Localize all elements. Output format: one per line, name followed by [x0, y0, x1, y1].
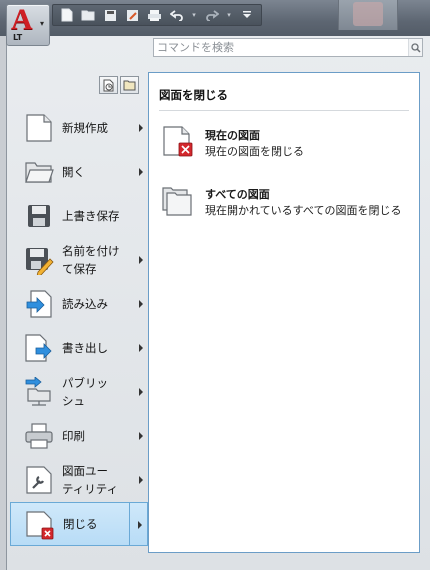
document-view-buttons: [99, 76, 139, 94]
chevron-right-icon: [139, 388, 143, 396]
panel-title: 図面を閉じる: [159, 88, 228, 102]
command-export[interactable]: 書き出し: [10, 326, 148, 370]
undo-dropdown-icon[interactable]: ▾: [189, 6, 199, 24]
drawing-tab-thumbnail[interactable]: [338, 0, 398, 30]
chevron-right-icon: [138, 521, 142, 529]
undo-icon[interactable]: [167, 6, 186, 24]
open-icon[interactable]: [79, 6, 98, 24]
import-icon: [24, 288, 54, 320]
divider: [159, 110, 409, 111]
command-label: 名前を付け て保存: [62, 244, 120, 276]
close-submenu-panel: 図面を閉じる 現在の図面 現在の図面を閉じる すべての図面 現在開かれているすべ…: [148, 72, 420, 553]
command-label: 印刷: [62, 429, 85, 443]
chevron-right-icon: [139, 476, 143, 484]
command-list: 新規作成 開く 上書き保存 名前を付け て保存 読み込み 書き出し パブリッ シ…: [10, 106, 148, 546]
save-as-icon[interactable]: [123, 6, 142, 24]
command-close[interactable]: 閉じる: [10, 502, 148, 546]
command-publish[interactable]: パブリッ シュ: [10, 370, 148, 414]
chevron-right-icon: [139, 124, 143, 132]
recent-documents-icon[interactable]: [99, 76, 118, 94]
option-title: 現在の図面: [205, 129, 260, 142]
printer-icon: [24, 420, 54, 452]
chevron-right-icon: [139, 256, 143, 264]
chevron-right-icon: [139, 300, 143, 308]
redo-icon[interactable]: [202, 6, 221, 24]
search-input[interactable]: [154, 39, 408, 56]
open-documents-icon[interactable]: [120, 76, 139, 94]
close-all-drawings-icon: [161, 184, 197, 220]
option-description: 現在の図面を閉じる: [205, 145, 304, 158]
close-all-drawings-option[interactable]: すべての図面 現在開かれているすべての図面を閉じる: [161, 184, 411, 224]
command-new[interactable]: 新規作成: [10, 106, 148, 150]
command-import[interactable]: 読み込み: [10, 282, 148, 326]
chevron-right-icon: [139, 168, 143, 176]
command-search: [153, 38, 423, 57]
command-label: 閉じる: [63, 517, 98, 531]
drawing-utilities-icon: [24, 464, 54, 496]
command-label: 読み込み: [62, 297, 108, 311]
application-menu: 新規作成 開く 上書き保存 名前を付け て保存: [6, 36, 430, 570]
export-icon: [24, 332, 54, 364]
application-menu-button[interactable]: A LT ▾: [6, 4, 50, 46]
close-drawing-icon: [25, 509, 55, 541]
save-icon: [24, 200, 54, 232]
customize-icon[interactable]: [237, 6, 256, 24]
save-as-icon: [24, 244, 54, 276]
command-label: 開く: [62, 165, 85, 179]
chevron-right-icon: [139, 344, 143, 352]
new-drawing-icon: [24, 112, 54, 144]
command-label: 新規作成: [62, 121, 108, 135]
command-drawing-utilities[interactable]: 図面ユー ティリティ: [10, 458, 148, 502]
redo-dropdown-icon[interactable]: ▾: [224, 6, 234, 24]
chevron-right-icon: [139, 432, 143, 440]
close-current-drawing-icon: [161, 125, 197, 161]
autocad-logo-icon: A: [11, 3, 33, 36]
close-current-drawing-option[interactable]: 現在の図面 現在の図面を閉じる: [161, 125, 411, 165]
edition-label: LT: [13, 33, 23, 42]
command-save-as[interactable]: 名前を付け て保存: [10, 238, 148, 282]
new-icon[interactable]: [57, 6, 76, 24]
quick-access-toolbar: ▾ ▾: [52, 4, 262, 26]
command-label: 書き出し: [62, 341, 108, 355]
command-label: パブリッ シュ: [62, 376, 108, 408]
plot-icon[interactable]: [145, 6, 164, 24]
option-title: すべての図面: [205, 188, 270, 201]
command-label: 図面ユー ティリティ: [62, 464, 119, 496]
search-icon[interactable]: [408, 39, 422, 56]
command-print[interactable]: 印刷: [10, 414, 148, 458]
command-save[interactable]: 上書き保存: [10, 194, 148, 238]
option-description: 現在開かれているすべての図面を閉じる: [205, 204, 402, 217]
command-label: 上書き保存: [62, 209, 120, 223]
open-folder-icon: [24, 156, 54, 188]
chevron-down-icon: ▾: [40, 19, 45, 28]
command-open[interactable]: 開く: [10, 150, 148, 194]
save-icon[interactable]: [101, 6, 120, 24]
publish-icon: [24, 376, 54, 408]
